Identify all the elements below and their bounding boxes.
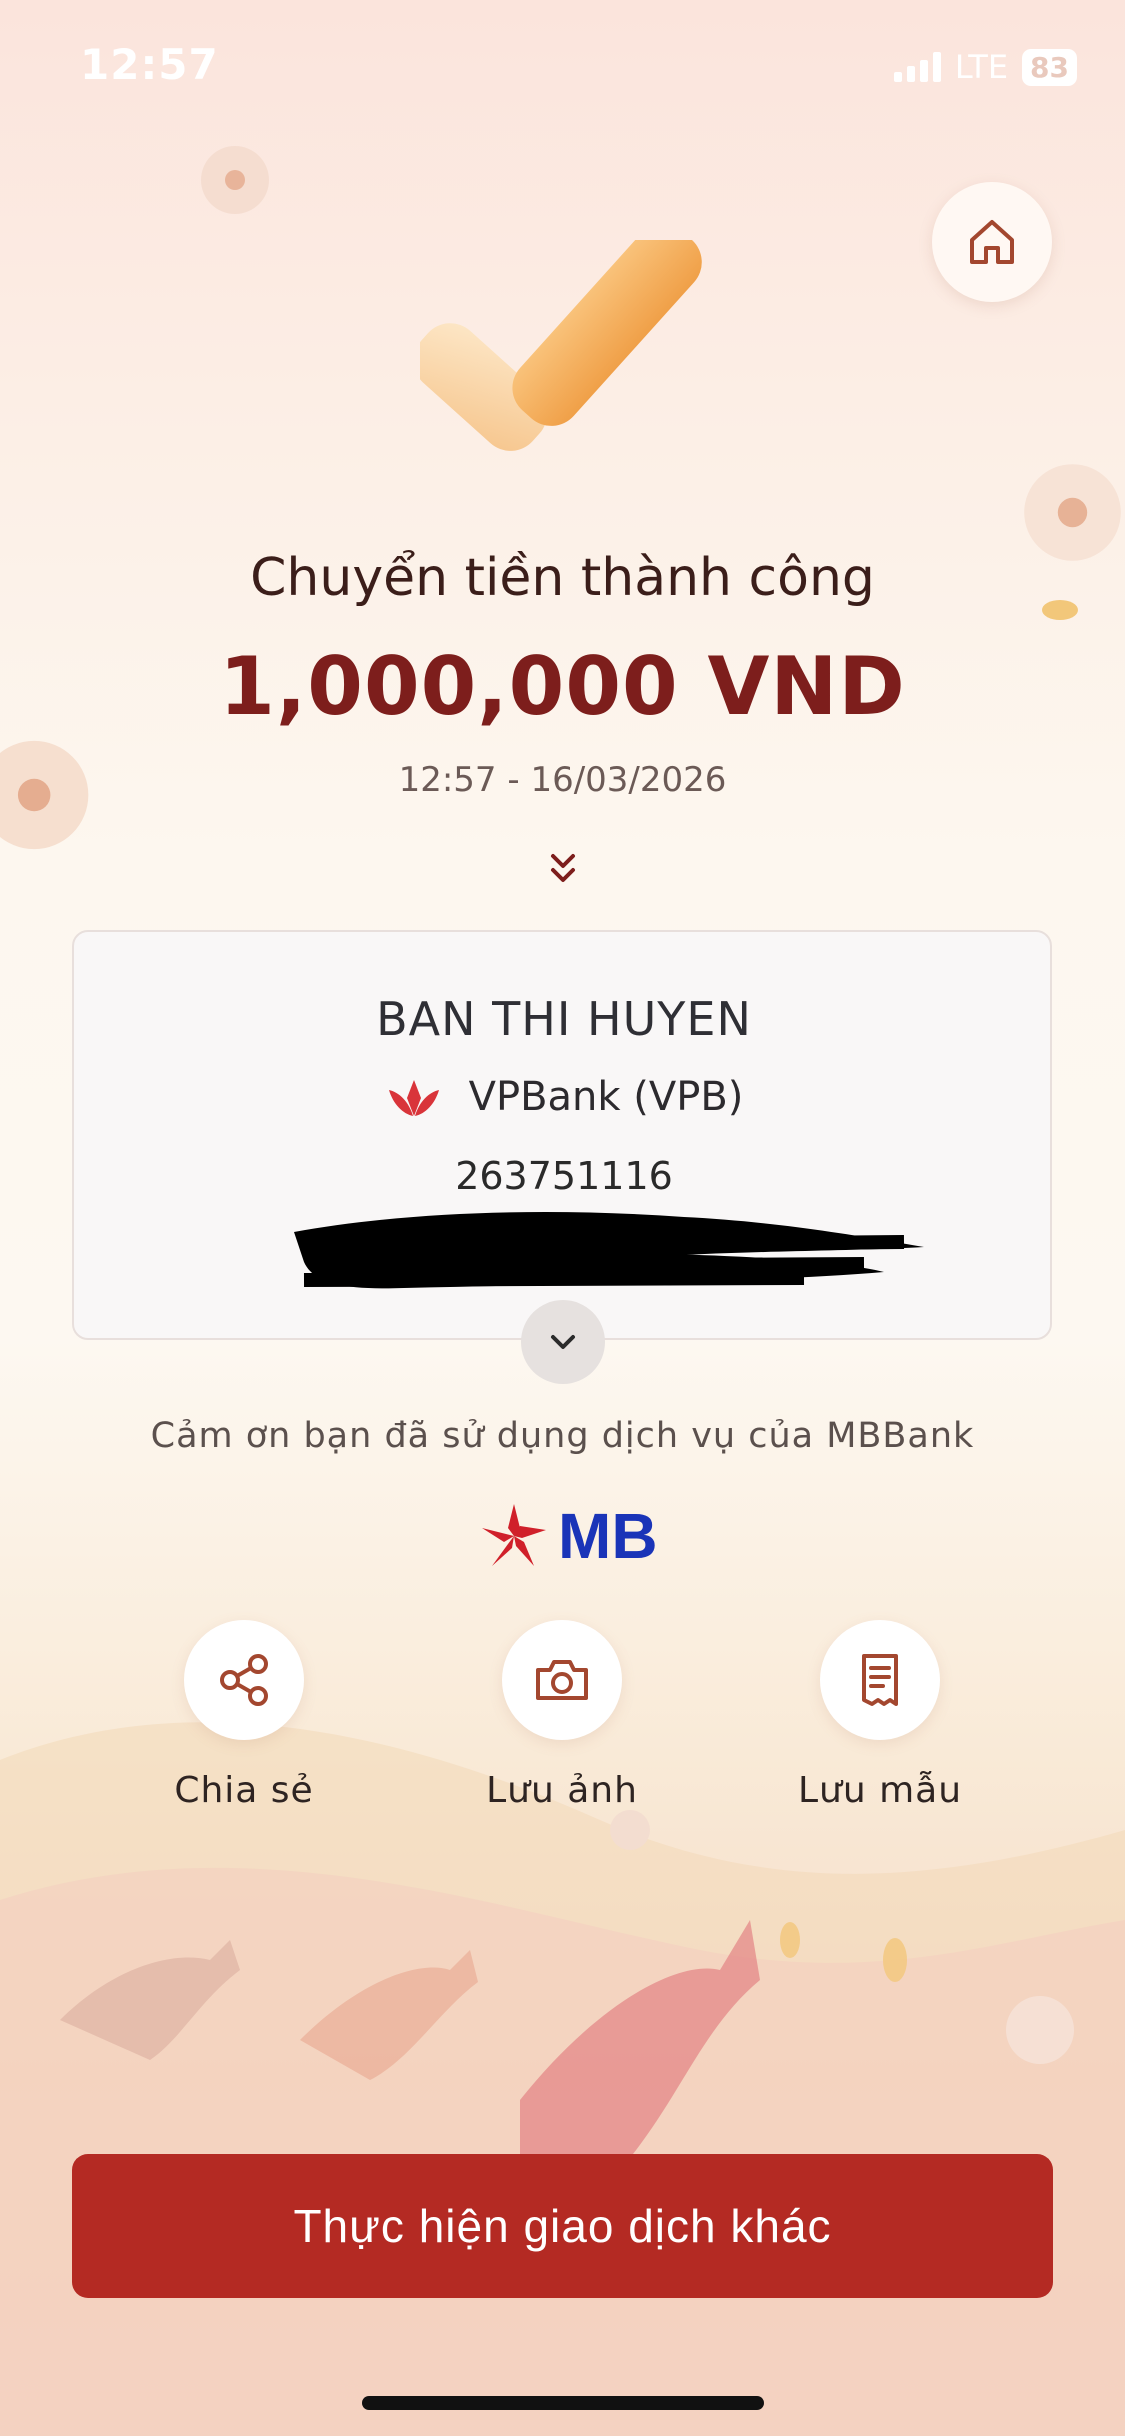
recipient-bank: VPBank (VPB) <box>74 1072 1054 1122</box>
flower-decoration <box>201 146 269 214</box>
mb-star-icon <box>482 1504 546 1566</box>
bank-name: VPBank (VPB) <box>468 1074 744 1120</box>
save-image-label: Lưu ảnh <box>486 1770 638 1811</box>
save-image-button[interactable] <box>502 1620 622 1740</box>
save-template-label: Lưu mẫu <box>797 1770 963 1811</box>
new-transaction-button[interactable]: Thực hiện giao dịch khác <box>72 2154 1053 2298</box>
mb-logo: MB <box>478 1498 658 1574</box>
share-icon <box>220 1654 268 1706</box>
double-chevron-down-icon <box>551 854 575 882</box>
transfer-datetime: 12:57 - 16/03/2026 <box>398 760 727 800</box>
home-indicator[interactable] <box>362 2396 764 2410</box>
signal-icon <box>893 52 941 82</box>
chevron-down-icon <box>551 1335 575 1349</box>
home-icon <box>970 220 1014 264</box>
save-template-action[interactable]: Lưu mẫu <box>760 1620 1000 1811</box>
status-indicators: LTE 83 <box>893 48 1077 86</box>
recipient-name: BAN THI HUYEN <box>376 992 752 1046</box>
transfer-amount: 1,000,000 VND <box>219 640 906 733</box>
receipt-icon <box>862 1654 898 1706</box>
home-button[interactable] <box>932 182 1052 302</box>
save-image-action[interactable]: Lưu ảnh <box>442 1620 682 1811</box>
mb-logo-text: MB <box>558 1500 658 1572</box>
success-check-icon <box>420 240 702 451</box>
page-title: Chuyển tiền thành công <box>250 548 875 608</box>
vpbank-logo-icon <box>388 1080 439 1116</box>
expand-details-button[interactable] <box>521 1300 605 1384</box>
save-template-button[interactable] <box>820 1620 940 1740</box>
share-action[interactable]: Chia sẻ <box>124 1620 364 1811</box>
share-label: Chia sẻ <box>174 1770 314 1811</box>
share-button[interactable] <box>184 1620 304 1740</box>
battery-icon: 83 <box>1022 48 1077 86</box>
camera-icon <box>536 1660 588 1700</box>
status-time: 12:57 <box>80 40 219 89</box>
thanks-message: Cảm ơn bạn đã sử dụng dịch vụ của MBBank <box>150 1416 975 1456</box>
redaction-scribble <box>294 1212 924 1289</box>
network-label: LTE <box>954 48 1009 86</box>
recipient-card: BAN THI HUYEN VPBank (VPB) 263751116 chu… <box>72 930 1052 1340</box>
